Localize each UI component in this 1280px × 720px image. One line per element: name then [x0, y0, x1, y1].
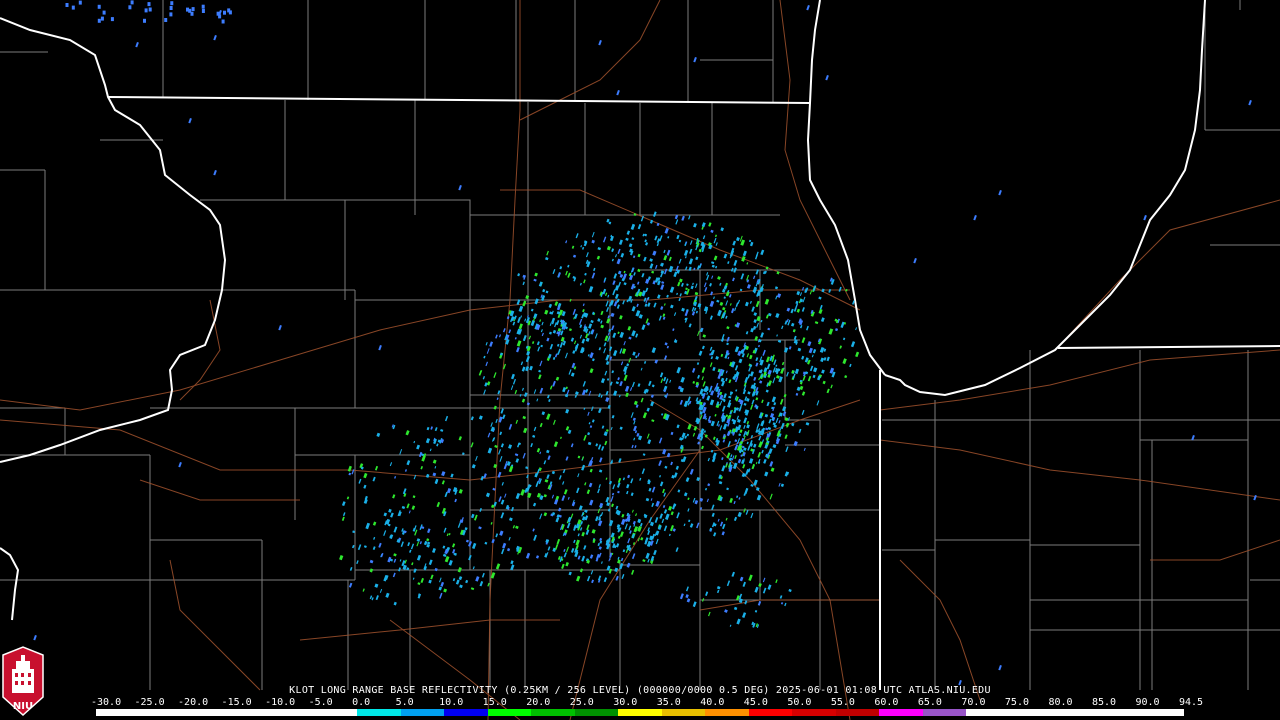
echo-pixel: [201, 4, 205, 9]
scale-segment: [444, 709, 488, 716]
echo-pixel: [188, 8, 192, 13]
echo-pixel: [169, 12, 173, 17]
radar-map: NIU: [0, 0, 1280, 720]
echo-pixel: [148, 7, 152, 12]
echo-pixel: [130, 0, 134, 5]
scale-label: 70.0: [961, 697, 986, 708]
scale-label: -30.0: [91, 697, 122, 708]
scale-segment: [226, 709, 271, 716]
logo-text: NIU: [13, 701, 33, 712]
echo-pixel: [102, 10, 106, 15]
echo-pixel: [164, 18, 168, 22]
scale-label: 65.0: [917, 697, 942, 708]
scale-label: 5.0: [395, 697, 414, 708]
scale-label: 55.0: [830, 697, 855, 708]
echo-pixel: [170, 1, 174, 6]
scale-label: 75.0: [1004, 697, 1029, 708]
scale-segment: [400, 709, 445, 716]
echo-pixel: [221, 19, 225, 24]
scale-label: 50.0: [787, 697, 812, 708]
scale-segment: [922, 709, 967, 716]
scale-segment: [618, 709, 662, 716]
echo-pixel: [128, 5, 132, 10]
scale-label: 80.0: [1048, 697, 1073, 708]
scale-label: 85.0: [1091, 697, 1117, 708]
scale-label: 90.0: [1135, 697, 1160, 708]
echo-pixel: [78, 0, 82, 5]
scale-segment: [835, 709, 880, 716]
scale-segment: [792, 709, 836, 716]
scale-label: -20.0: [178, 697, 209, 708]
color-scale-bar: [96, 709, 1184, 716]
scale-segment: [183, 709, 227, 716]
scale-segment: [531, 709, 575, 716]
scale-segment: [879, 709, 923, 716]
scale-segment: [966, 709, 1010, 716]
scale-label: 60.0: [874, 697, 899, 708]
product-caption: KLOT LONG RANGE BASE REFLECTIVITY (0.25K…: [0, 685, 1280, 696]
echo-pixel: [223, 10, 226, 15]
scale-segment: [661, 709, 706, 716]
product-volume: (000000/0000 0.5 DEG): [636, 685, 770, 696]
scale-label: 25.0: [569, 697, 594, 708]
echo-pixel: [97, 4, 101, 9]
scale-segment: [270, 709, 314, 716]
echo-pixel: [100, 16, 104, 21]
echo-pixel: [227, 8, 231, 13]
scale-label: -15.0: [221, 697, 252, 708]
scale-segment: [1096, 709, 1141, 716]
echo-pixel: [218, 14, 222, 19]
scale-label: 40.0: [700, 697, 725, 708]
echo-pixel: [201, 9, 205, 13]
scale-label: 15.0: [482, 697, 507, 708]
scale-label: -5.0: [308, 697, 333, 708]
color-scale-labels: -30.0 -25.0 -20.0 -15.0 -10.0 -5.0 0.0 5.0 10.0 1…: [91, 697, 1203, 709]
scale-segment: [1053, 709, 1097, 716]
echo-pixel: [143, 18, 146, 23]
scale-label: 30.0: [613, 697, 638, 708]
scale-label: 45.0: [743, 697, 768, 708]
scale-segment: [1009, 709, 1054, 716]
product-source: ATLAS.NIU.EDU: [908, 685, 991, 696]
scale-segment: [1140, 709, 1184, 716]
echo-pixel: [147, 2, 151, 7]
scale-label: 35.0: [656, 697, 681, 708]
scale-label: 10.0: [439, 697, 464, 708]
scale-segment: [748, 709, 793, 716]
product-name: KLOT LONG RANGE BASE REFLECTIVITY: [289, 685, 498, 696]
scale-label: -25.0: [134, 697, 165, 708]
scale-label: 0.0: [352, 697, 371, 708]
scale-label: 94.5: [1179, 697, 1204, 708]
scale-segment: [487, 709, 532, 716]
echo-pixel: [169, 6, 173, 10]
scale-segment: [96, 709, 140, 716]
scale-segment: [139, 709, 184, 716]
scale-segment: [574, 709, 619, 716]
scale-label: 20.0: [526, 697, 551, 708]
echo-pixel: [71, 5, 75, 10]
scale-segment: [357, 709, 401, 716]
product-timestamp: 2025-06-01 01:08 UTC: [775, 685, 903, 696]
echo-pixel: [144, 8, 148, 13]
echo-pixel: [110, 17, 114, 22]
echo-pixel: [97, 18, 101, 23]
echo-pixel: [191, 7, 195, 12]
scale-label: -10.0: [265, 697, 296, 708]
scale-segment: [313, 709, 358, 716]
product-resolution: (0.25KM / 256 LEVEL): [504, 685, 631, 696]
scale-segment: [705, 709, 749, 716]
echo-pixel: [65, 3, 69, 7]
